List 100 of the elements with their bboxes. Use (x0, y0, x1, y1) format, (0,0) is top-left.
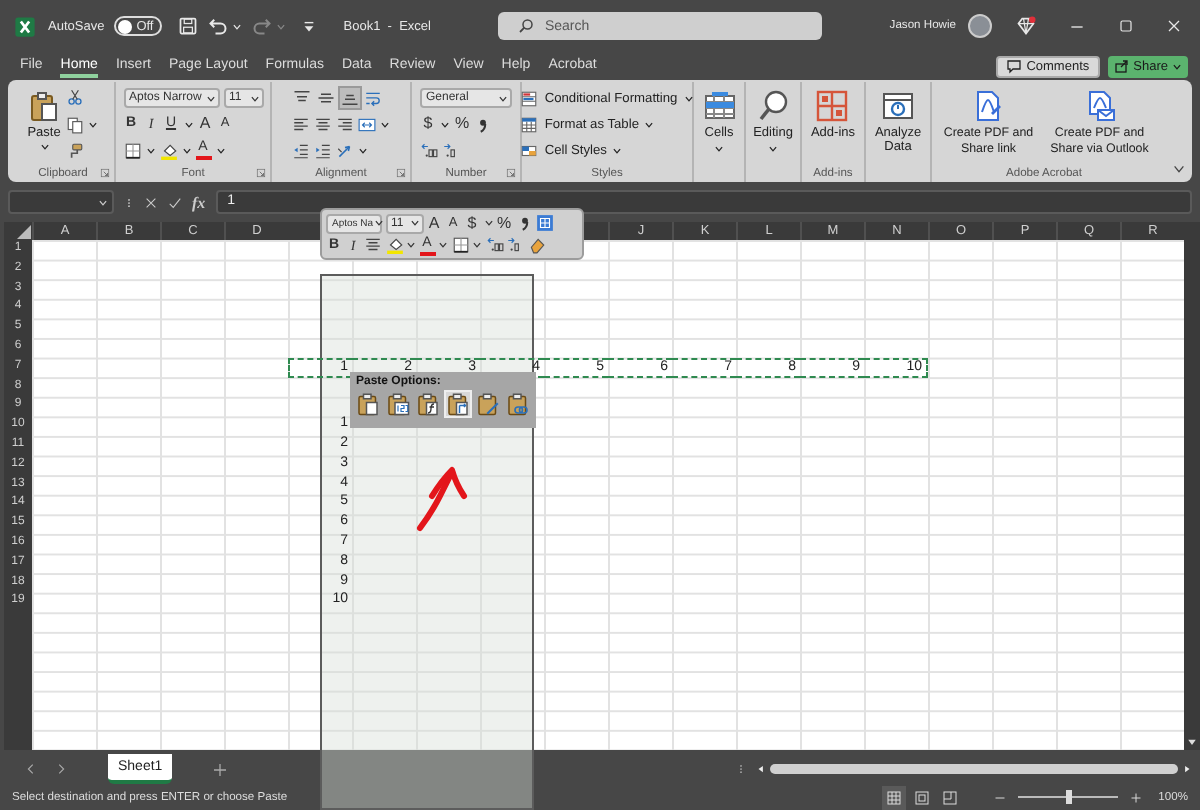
slider-thumb[interactable] (1065, 790, 1072, 804)
caret-icon (409, 218, 419, 228)
horizontal-scrollbar[interactable] (754, 760, 1194, 778)
caret-icon[interactable] (181, 145, 191, 155)
scroll-down-icon[interactable] (1186, 736, 1198, 748)
caret-icon (373, 218, 384, 228)
percent-button[interactable]: % (454, 114, 470, 134)
paste-option-icon[interactable] (506, 392, 530, 416)
merge-icon[interactable] (358, 115, 376, 133)
format-painter-icon[interactable] (66, 142, 85, 160)
scroll-left-icon[interactable] (756, 764, 766, 774)
normal-view-icon[interactable] (886, 789, 903, 805)
caret-icon (275, 21, 286, 31)
paste-option-icon[interactable] (446, 392, 470, 416)
wrap-text-icon[interactable] (364, 89, 382, 107)
decrease-decimal-icon[interactable] (506, 236, 524, 254)
close-icon[interactable] (1166, 18, 1182, 34)
dialog-launcher-icon[interactable] (100, 168, 110, 178)
grow-font-button[interactable]: A (197, 114, 213, 134)
grow-font-button[interactable]: A (426, 213, 442, 233)
caret-icon[interactable] (406, 240, 416, 250)
decrease-decimal-icon[interactable] (442, 141, 460, 159)
eraser-icon[interactable] (527, 236, 545, 254)
collapse-ribbon-icon[interactable] (1172, 162, 1186, 176)
orientation-icon[interactable] (336, 141, 354, 159)
caret-icon (1172, 61, 1182, 71)
caret-icon[interactable] (438, 240, 448, 250)
borders-icon[interactable] (123, 141, 141, 159)
increase-decimal-icon[interactable] (485, 236, 503, 254)
pdf-mail-icon (1083, 90, 1116, 122)
next-sheet-icon (54, 762, 68, 776)
align-middle-icon[interactable] (316, 88, 336, 108)
format-icon[interactable] (536, 214, 554, 232)
paste-option-icon[interactable] (416, 392, 440, 416)
align-bottom-icon[interactable] (340, 88, 360, 108)
caret-icon (498, 93, 508, 103)
fill-color-icon[interactable] (385, 236, 403, 254)
page-break-view-icon[interactable] (942, 789, 959, 805)
excel-logo-icon (14, 15, 36, 37)
customize-icon[interactable] (301, 19, 316, 33)
insert-function-button[interactable]: fx (192, 193, 206, 211)
align-left-icon[interactable] (292, 115, 310, 133)
undo-icon[interactable] (207, 16, 228, 36)
comma-style-icon[interactable] (474, 115, 492, 133)
paste-option-icon[interactable] (386, 392, 410, 416)
caret-icon (714, 144, 724, 154)
dialog-launcher-icon[interactable] (506, 168, 516, 178)
caret-icon[interactable] (440, 119, 450, 129)
caret-icon[interactable] (88, 119, 99, 129)
analyze-icon (882, 90, 914, 122)
increase-indent-icon[interactable] (314, 141, 332, 159)
page-layout-view-icon[interactable] (914, 789, 931, 805)
align-right-icon[interactable] (336, 115, 354, 133)
fill-color-icon[interactable] (159, 141, 177, 159)
find-icon (757, 90, 789, 122)
cell-styles-icon (520, 141, 539, 159)
percent-button[interactable]: % (496, 213, 512, 233)
currency-button[interactable]: $ (420, 114, 436, 134)
caret-icon (768, 144, 778, 154)
diamond-icon[interactable] (1016, 16, 1036, 36)
cut-icon[interactable] (66, 88, 85, 106)
caret-icon[interactable] (380, 119, 390, 129)
table-icon (520, 115, 539, 133)
dialog-launcher-icon[interactable] (396, 168, 406, 178)
caret-icon[interactable] (183, 119, 193, 129)
pdf-share-icon (972, 90, 1005, 122)
maximize-icon[interactable] (1118, 18, 1134, 34)
avatar[interactable] (968, 14, 992, 38)
save-icon[interactable] (177, 16, 198, 36)
caret-icon[interactable] (472, 240, 482, 250)
comment-icon (1006, 58, 1023, 74)
paste-option-icon[interactable] (356, 392, 380, 416)
previous-sheet-icon (24, 762, 38, 776)
caret-icon[interactable] (483, 218, 493, 228)
increase-decimal-icon[interactable] (420, 141, 438, 159)
decrease-indent-icon[interactable] (292, 141, 310, 159)
search-icon (518, 18, 535, 34)
align-center-icon[interactable] (364, 236, 382, 254)
paste-option-icon[interactable] (476, 392, 500, 416)
vertical-scrollbar[interactable] (1184, 222, 1200, 750)
caret-icon[interactable] (358, 145, 368, 155)
caret-icon (612, 145, 623, 155)
dialog-launcher-icon[interactable] (256, 168, 267, 178)
caret-icon[interactable] (145, 145, 155, 155)
copy-icon[interactable] (66, 115, 85, 133)
caret-icon (205, 93, 215, 103)
caret-icon[interactable] (215, 145, 225, 155)
currency-button[interactable]: $ (464, 213, 480, 233)
align-center-icon[interactable] (314, 115, 332, 133)
select-all-icon[interactable] (16, 224, 32, 240)
add-sheet-icon[interactable] (212, 761, 229, 777)
addins-icon (816, 90, 849, 122)
zoom-out-icon[interactable] (994, 791, 1007, 803)
enter-icon[interactable] (168, 195, 182, 209)
caret-icon (644, 119, 655, 129)
cells-icon (703, 90, 735, 122)
cancel-icon[interactable] (144, 195, 158, 209)
scroll-right-icon[interactable] (1182, 764, 1192, 774)
borders-icon[interactable] (451, 236, 469, 254)
zoom-in-icon[interactable] (1130, 791, 1143, 803)
